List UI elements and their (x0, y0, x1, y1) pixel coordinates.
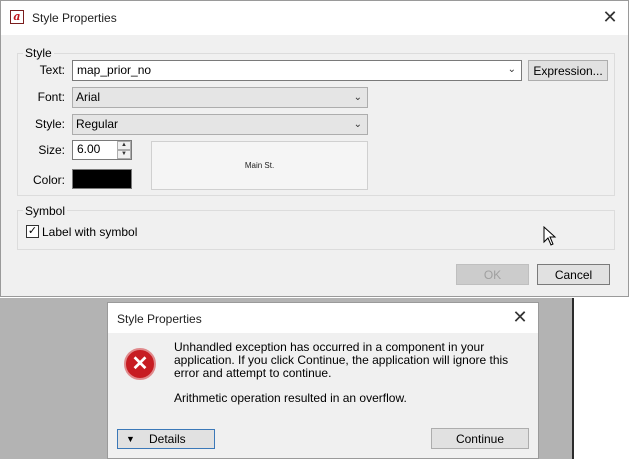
size-spin-down[interactable]: ▼ (117, 150, 131, 159)
text-label: Text: (39, 63, 65, 77)
close-icon[interactable]: ✕ (510, 307, 530, 327)
size-value: 6.00 (77, 142, 101, 156)
error-dialog: Style Properties ✕ ✕ Unhandled exception… (107, 302, 539, 459)
error-detail: Arithmetic operation resulted in an over… (174, 391, 407, 405)
error-message: Unhandled exception has occurred in a co… (174, 340, 509, 380)
style-label: Style: (34, 117, 65, 131)
preview-text: Main St. (244, 161, 275, 170)
label-with-symbol-text: Label with symbol (42, 225, 138, 239)
label-with-symbol-checkbox[interactable]: ✓ (26, 225, 39, 238)
mouse-cursor-icon (543, 226, 557, 246)
style-value: Regular (76, 117, 119, 131)
background-divider (572, 298, 574, 459)
chevron-down-icon[interactable]: ⌄ (354, 115, 362, 134)
ok-button[interactable]: OK (456, 264, 529, 285)
color-swatch[interactable] (72, 169, 132, 189)
style-select[interactable]: Regular ⌄ (72, 114, 368, 135)
symbol-group-label: Symbol (23, 204, 68, 218)
chevron-down-icon[interactable]: ⌄ (354, 88, 362, 107)
cancel-button[interactable]: Cancel (537, 264, 610, 285)
style-group-label: Style (23, 46, 54, 60)
details-button[interactable]: ▼ Details (117, 429, 215, 449)
font-value: Arial (76, 90, 101, 104)
title-bar: a Style Properties ✕ (1, 1, 628, 35)
size-label: Size: (38, 143, 65, 157)
chevron-down-icon[interactable]: ⌄ (508, 61, 516, 79)
size-spin-up[interactable]: ▲ (117, 141, 131, 150)
caret-down-icon: ▼ (126, 434, 135, 444)
error-dialog-title: Style Properties (117, 312, 202, 326)
error-title-bar: Style Properties ✕ (108, 303, 538, 333)
continue-button[interactable]: Continue (431, 428, 529, 449)
close-icon[interactable]: ✕ (600, 7, 620, 27)
color-label: Color: (32, 173, 65, 187)
error-icon: ✕ (124, 348, 156, 380)
font-label: Font: (37, 90, 65, 104)
dialog-title: Style Properties (32, 11, 117, 25)
style-properties-dialog: a Style Properties ✕ Style Text: map_pri… (0, 0, 629, 297)
expression-button[interactable]: Expression... (528, 60, 608, 81)
details-label: Details (149, 432, 186, 446)
app-icon: a (10, 10, 24, 24)
text-combo[interactable]: map_prior_no ⌄ (72, 60, 522, 81)
text-preview: Main St. (151, 141, 368, 190)
text-value: map_prior_no (77, 63, 152, 77)
font-select[interactable]: Arial ⌄ (72, 87, 368, 108)
